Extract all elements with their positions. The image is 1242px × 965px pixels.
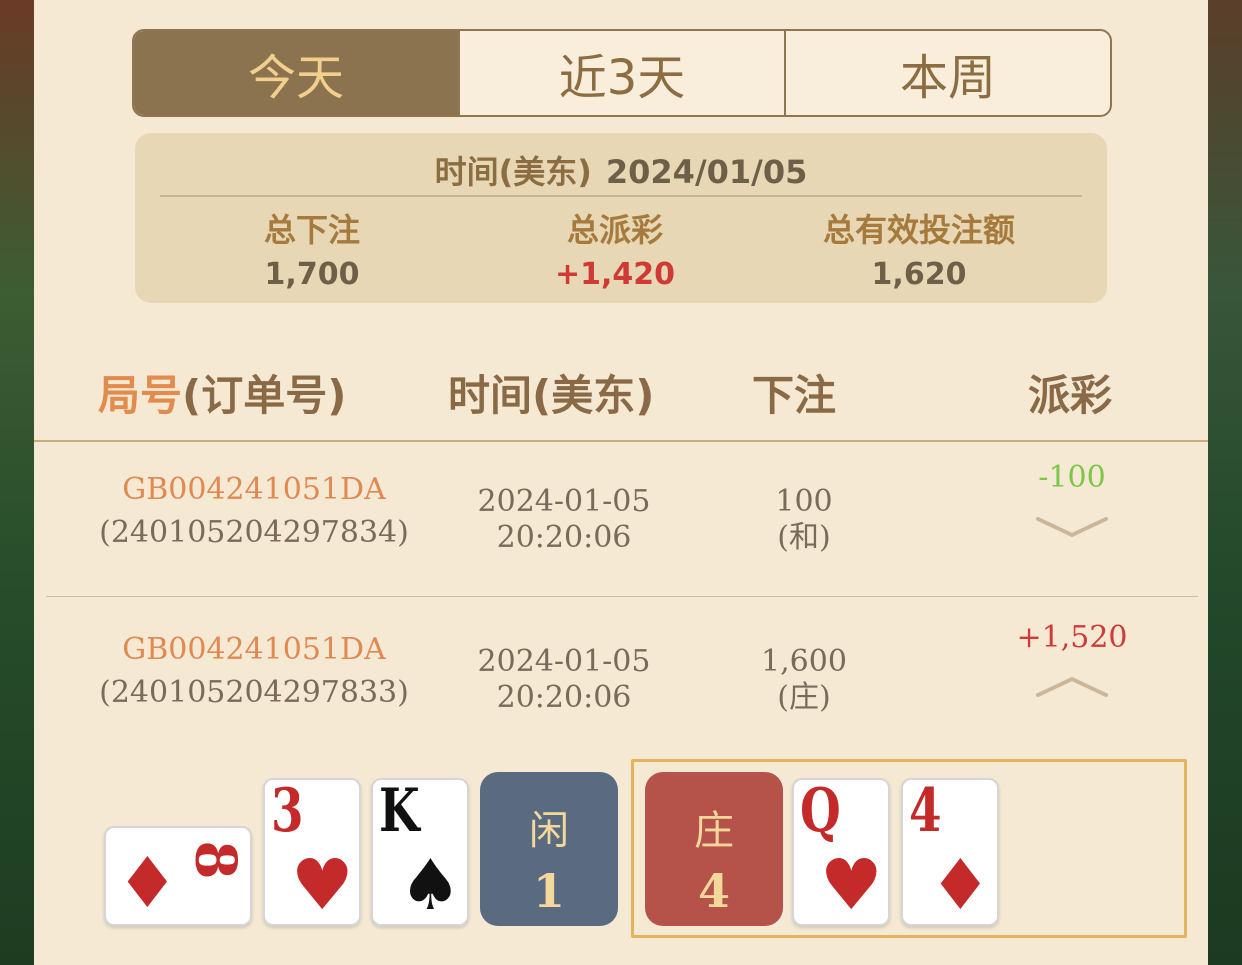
bet-type: (和) [777,520,831,555]
time-cell: 2024-01-05 20:20:06 [444,484,684,556]
header-bet: 下注 [752,371,837,420]
order-number: (240105204297833) [99,675,409,710]
payout-cell: -100 [992,460,1152,539]
order-number: (240105204297834) [99,515,409,550]
tab-last-3-days[interactable]: 近3天 [460,31,786,115]
card-rank: 3 [271,778,304,846]
card-rank: K [379,778,420,846]
total-payout-label: 总派彩 [566,211,663,249]
header-time: 时间(美东) [448,371,655,420]
total-bet-value: 1,700 [264,257,360,292]
total-valid-bet-value: 1,620 [871,257,967,292]
total-valid-bet-label: 总有效投注额 [822,211,1015,249]
banker-card-2: 4 ♦ [901,778,999,926]
header-payout: 派彩 [1028,371,1113,420]
chevron-up-icon[interactable] [1036,675,1108,699]
player-score: 1 [532,864,565,918]
row-divider [46,596,1198,597]
round-id[interactable]: GB004241051DA [74,472,434,507]
heart-icon: ♥ [820,844,883,926]
bet-history-panel: 今天 近3天 本周 时间(美东) 2024/01/05 总下注 1,700 总派彩… [34,0,1208,965]
bet-date: 2024-01-05 [477,484,651,519]
chevron-down-icon[interactable] [1036,515,1108,539]
banker-label: 庄 [694,808,734,854]
bet-date: 2024-01-05 [477,644,651,679]
heart-icon: ♥ [291,844,354,926]
round-order-cell: GB004241051DA (240105204297834) [74,472,434,550]
diamond-icon: ♦ [929,844,992,926]
header-round-order: 局号(订单号) [98,362,346,423]
summary-total-valid-bet: 总有效投注额 1,620 [769,205,1069,292]
table-header: 局号(订单号) 时间(美东) 下注 派彩 [34,362,1208,442]
banker-score: 4 [697,864,730,918]
bet-cell: 1,600 (庄) [724,644,884,716]
summary-total-payout: 总派彩 +1,420 [465,205,765,292]
summary-card: 时间(美东) 2024/01/05 总下注 1,700 总派彩 +1,420 总有… [135,133,1107,303]
banker-card-1: Q ♥ [792,778,890,926]
total-payout-value: +1,420 [554,257,676,292]
date-range-tabs: 今天 近3天 本周 [132,29,1112,117]
background-left-edge [0,0,34,965]
bet-amount: 1,600 [761,644,847,679]
player-card-1: 8 ♦ [104,826,252,926]
spade-icon: ♠ [399,844,462,926]
payout-value: +1,520 [1016,620,1128,655]
bet-cell: 100 (和) [724,484,884,556]
banker-score-tile: 庄 4 [645,772,783,926]
header-round-label: 局号 [98,371,183,420]
tab-today[interactable]: 今天 [134,31,460,115]
payout-cell: +1,520 [992,620,1152,699]
summary-date: 2024/01/05 [605,153,808,191]
card-rank: 8 [182,840,249,880]
card-rank: Q [800,778,841,846]
total-bet-label: 总下注 [263,211,360,249]
summary-time-label: 时间(美东) [434,153,592,191]
player-score-tile: 闲 1 [480,772,618,926]
player-card-3: K ♠ [371,778,469,926]
summary-divider [160,195,1082,197]
payout-value: -100 [1038,460,1106,495]
tab-this-week[interactable]: 本周 [786,31,1110,115]
round-order-cell: GB004241051DA (240105204297833) [74,632,434,710]
summary-total-bet: 总下注 1,700 [162,205,462,292]
diamond-icon: ♦ [116,842,179,924]
summary-title: 时间(美东) 2024/01/05 [135,147,1107,193]
background-right-edge [1208,0,1242,965]
bet-time: 20:20:06 [496,520,632,555]
player-card-2: 3 ♥ [263,778,361,926]
header-order-label: (订单号) [182,371,347,420]
player-label: 闲 [529,808,569,854]
header-divider [34,440,1208,442]
time-cell: 2024-01-05 20:20:06 [444,644,684,716]
bet-type: (庄) [777,680,831,715]
round-id[interactable]: GB004241051DA [74,632,434,667]
bet-amount: 100 [775,484,833,519]
card-rank: 4 [909,778,942,846]
bet-time: 20:20:06 [496,680,632,715]
